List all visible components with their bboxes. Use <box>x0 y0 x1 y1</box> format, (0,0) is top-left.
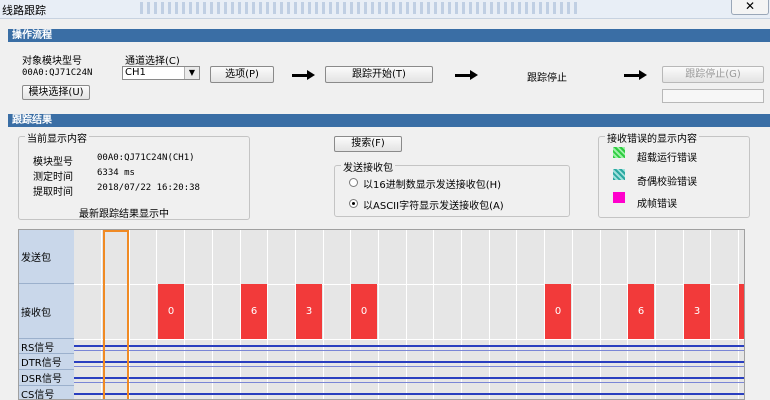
row-label-model: 模块型号 <box>33 157 73 168</box>
model-label: 对象模块型号 <box>22 56 82 67</box>
grid-line <box>129 230 130 399</box>
chart-right-margin <box>745 229 770 400</box>
rx-packet-block[interactable]: 6 <box>628 284 654 339</box>
row-header-rs: RS信号 <box>19 339 74 354</box>
error-legend-group: 接收错误的显示内容 超载运行错误 奇偶校验错误 成帧错误 <box>598 130 750 218</box>
grid-line <box>378 230 379 399</box>
row-header-send: 发送包 <box>19 230 74 284</box>
dsr-signal-baseline <box>74 382 744 383</box>
grid-line <box>184 230 185 399</box>
error-legend-title: 接收错误的显示内容 <box>605 130 699 145</box>
search-button[interactable]: 搜索(F) <box>334 136 402 152</box>
row-value-model: 00A0:QJ71C24N(CH1) <box>97 153 195 163</box>
rx-packet-block[interactable]: 3 <box>296 284 322 339</box>
grid-line <box>572 230 573 399</box>
grid-line <box>600 230 601 399</box>
rx-packet-block[interactable]: 0 <box>351 284 377 339</box>
row-header-dsr: DSR信号 <box>19 370 74 386</box>
trace-window: 操作流程 对象模块型号 00A0:QJ71C24N 模块选择(U) 通道选择(C… <box>0 19 770 400</box>
row-header-cs: CS信号 <box>19 386 74 399</box>
overrun-error-swatch <box>613 147 625 158</box>
chevron-down-icon[interactable]: ▼ <box>184 67 199 79</box>
channel-select[interactable]: CH1 ▼ <box>122 66 200 80</box>
title-bar: 线路跟踪 ✕ <box>0 0 770 19</box>
parity-error-label: 奇偶校验错误 <box>637 177 697 188</box>
row-value-measure-time: 6334 ms <box>97 168 135 178</box>
procedure-header: 操作流程 <box>8 29 770 42</box>
trace-stop-button[interactable]: 跟踪停止(G) <box>662 66 764 83</box>
stop-status-field <box>662 89 764 103</box>
hex-display-label[interactable]: 以16进制数显示发送接收包(H) <box>363 176 501 191</box>
row-label-measure-time: 测定时间 <box>33 172 73 183</box>
parity-error-swatch <box>613 169 625 180</box>
result-header: 跟踪结果 <box>8 114 770 127</box>
channel-label: 通道选择(C) <box>125 56 180 67</box>
trace-start-button[interactable]: 跟踪开始(T) <box>325 66 433 83</box>
rx-packet-block[interactable]: 3 <box>684 284 710 339</box>
row-header-dtr: DTR信号 <box>19 354 74 370</box>
row-header-receive: 接收包 <box>19 284 74 339</box>
rs-signal-line <box>74 345 744 347</box>
grid-line <box>406 230 407 399</box>
grid-line <box>710 230 711 399</box>
send-receive-group: 发送接收包 以16进制数显示发送接收包(H) 以ASCII字符显示发送接收包(A… <box>334 159 570 217</box>
trace-stop-text: 跟踪停止 <box>527 73 567 84</box>
options-button[interactable]: 选项(P) <box>210 66 274 83</box>
framing-error-swatch <box>613 192 625 203</box>
current-display-group: 当前显示内容 模块型号 00A0:QJ71C24N(CH1) 测定时间 6334… <box>18 130 250 220</box>
rs-signal-baseline <box>74 350 744 351</box>
grid-line <box>655 230 656 399</box>
close-button[interactable]: ✕ <box>731 0 769 15</box>
grid-line <box>212 230 213 399</box>
row-separator <box>74 339 744 340</box>
channel-value: CH1 <box>125 67 146 78</box>
trace-plot-area[interactable]: 0 6 3 0 0 6 3 <box>74 230 744 399</box>
rx-packet-block[interactable]: 0 <box>545 284 571 339</box>
hex-display-radio[interactable] <box>349 178 358 187</box>
window-title: 线路跟踪 <box>2 4 46 17</box>
grid-line <box>323 230 324 399</box>
grid-line <box>267 230 268 399</box>
ascii-display-radio[interactable] <box>349 199 358 208</box>
arrow-right-icon-2 <box>455 70 479 80</box>
arrow-right-icon <box>292 70 316 80</box>
framing-error-label: 成帧错误 <box>637 199 677 210</box>
grid-line <box>489 230 490 399</box>
toolbar-icons-strip <box>140 2 580 14</box>
arrow-right-icon-3 <box>624 70 648 80</box>
trace-cursor[interactable] <box>103 230 129 399</box>
dtr-signal-baseline <box>74 366 744 367</box>
grid-line <box>156 230 157 399</box>
trace-chart[interactable]: 发送包 接收包 RS信号 DTR信号 DSR信号 CS信号 0 6 3 0 0 … <box>18 229 745 400</box>
dtr-signal-line <box>74 361 744 363</box>
grid-line <box>433 230 434 399</box>
send-receive-title: 发送接收包 <box>341 159 395 174</box>
row-label-extract-time: 提取时间 <box>33 187 73 198</box>
dsr-signal-line <box>74 377 744 379</box>
overrun-error-label: 超载运行错误 <box>637 153 697 164</box>
row-value-extract-time: 2018/07/22 16:20:38 <box>97 183 200 193</box>
grid-line <box>516 230 517 399</box>
grid-line <box>101 230 102 399</box>
cs-signal-line <box>74 393 744 395</box>
rx-packet-block[interactable]: 6 <box>241 284 267 339</box>
rx-packet-block[interactable]: 0 <box>158 284 184 339</box>
ascii-display-label[interactable]: 以ASCII字符显示发送接收包(A) <box>363 197 504 212</box>
current-display-title: 当前显示内容 <box>25 130 89 145</box>
module-select-button[interactable]: 模块选择(U) <box>22 85 90 100</box>
model-value: 00A0:QJ71C24N <box>22 68 93 78</box>
display-status: 最新跟踪结果显示中 <box>79 209 169 220</box>
grid-line <box>461 230 462 399</box>
